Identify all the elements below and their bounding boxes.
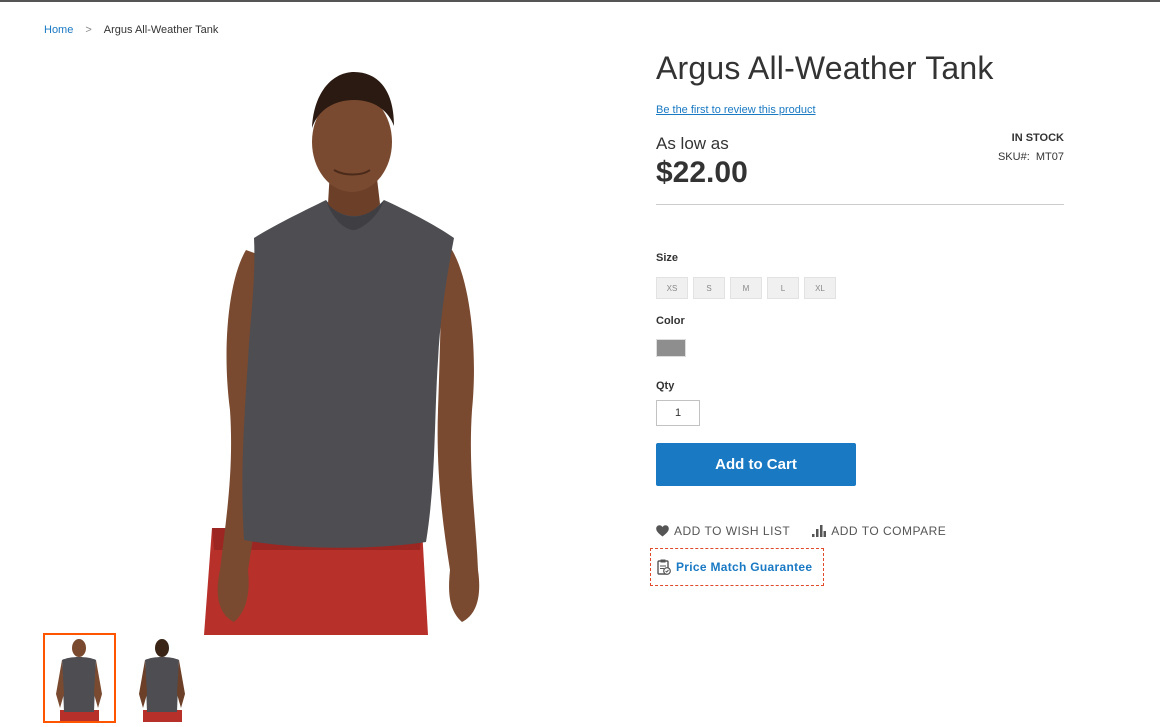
product-main-image[interactable] [44, 50, 604, 635]
heart-icon [656, 525, 669, 537]
sku-value: MT07 [1035, 151, 1064, 163]
color-label: Color [656, 315, 685, 327]
size-option-xl[interactable]: XL [804, 277, 836, 299]
sku-label: SKU#: [997, 151, 1030, 163]
price-prefix: As low as [656, 134, 729, 153]
thumbnail-front[interactable] [43, 633, 116, 723]
price-box: As low as $22.00 [656, 134, 748, 190]
compare-chart-icon [812, 525, 827, 537]
thumbnail-back-image [139, 639, 185, 722]
product-info: Argus All-Weather Tank Be the first to r… [650, 50, 1064, 586]
add-to-wishlist-link[interactable]: ADD TO WISH LIST [656, 524, 790, 538]
wishlist-label: ADD TO WISH LIST [674, 524, 791, 538]
price-match-label: Price Match Guarantee [676, 560, 813, 574]
sku: SKU#: MT07 [998, 151, 1064, 163]
size-option-xs[interactable]: XS [656, 277, 688, 299]
stock-info: IN STOCK SKU#: MT07 [998, 132, 1064, 163]
price-match-guarantee-link[interactable]: Price Match Guarantee [650, 548, 824, 586]
qty-input[interactable] [656, 400, 700, 426]
product-price: $22.00 [656, 156, 748, 189]
product-title: Argus All-Weather Tank [656, 50, 994, 86]
product-actions: ADD TO WISH LIST ADD TO COMPARE [656, 524, 946, 538]
qty-label: Qty [656, 380, 675, 392]
gallery-thumbnails [43, 633, 200, 723]
breadcrumb-separator-icon: > [85, 24, 92, 36]
clipboard-icon [657, 559, 671, 575]
review-link[interactable]: Be the first to review this product [656, 104, 816, 116]
size-swatches: XS S M L XL [656, 277, 836, 299]
divider [656, 204, 1064, 205]
compare-label: ADD TO COMPARE [831, 524, 947, 538]
size-label: Size [656, 252, 679, 264]
stock-status: IN STOCK [1011, 132, 1064, 144]
breadcrumb: Home > Argus All-Weather Tank [44, 24, 218, 36]
size-option-l[interactable]: L [767, 277, 799, 299]
product-gallery [44, 50, 604, 635]
add-to-cart-button[interactable]: Add to Cart [656, 443, 856, 486]
breadcrumb-home-link[interactable]: Home [44, 24, 73, 36]
thumbnail-back[interactable] [129, 634, 200, 722]
add-to-compare-link[interactable]: ADD TO COMPARE [812, 524, 946, 538]
size-option-s[interactable]: S [693, 277, 725, 299]
breadcrumb-current: Argus All-Weather Tank [103, 24, 219, 36]
color-swatch-gray[interactable] [656, 339, 686, 357]
top-border [0, 0, 1160, 2]
size-option-m[interactable]: M [730, 277, 762, 299]
thumbnail-front-image [56, 639, 102, 722]
